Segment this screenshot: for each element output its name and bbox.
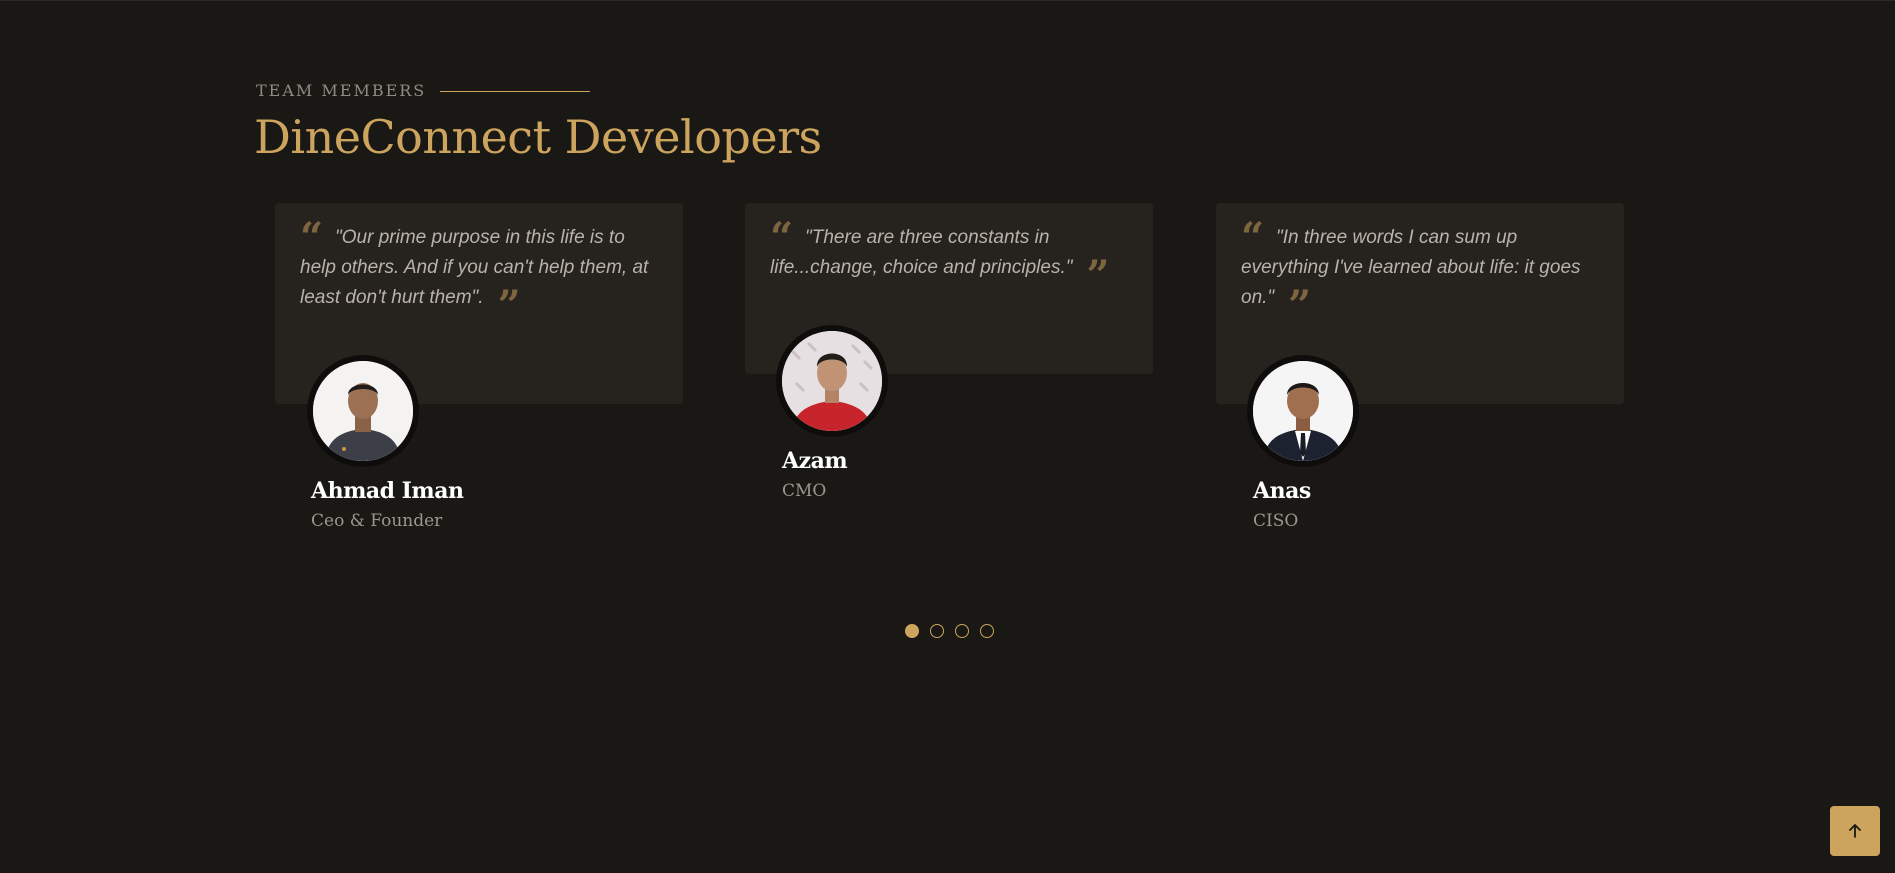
quote-close-icon: ” — [497, 282, 521, 329]
eyebrow-row: TEAM MEMBERS — [256, 79, 822, 103]
member-role: CMO — [782, 481, 827, 501]
person-photo-icon — [782, 331, 882, 431]
person-photo-icon — [313, 361, 413, 461]
member-role: Ceo & Founder — [311, 511, 443, 531]
member-role: CISO — [1253, 511, 1299, 531]
section-eyebrow: TEAM MEMBERS — [256, 81, 427, 100]
testimonial-quote: “"There are three constants in life...ch… — [770, 218, 1129, 296]
testimonial-quote: “"In three words I can sum up everything… — [1241, 218, 1600, 326]
quote-open-icon: “ — [770, 214, 794, 261]
quote-open-icon: “ — [300, 214, 324, 261]
quote-text: "There are three constants in life...cha… — [770, 227, 1073, 278]
pagination-dot-3[interactable] — [955, 624, 969, 638]
quote-text: "Our prime purpose in this life is to he… — [300, 227, 649, 308]
avatar — [1247, 355, 1359, 467]
arrow-up-icon — [1849, 824, 1861, 838]
pagination-dot-4[interactable] — [980, 624, 994, 638]
section-header: TEAM MEMBERS DineConnect Developers — [254, 79, 822, 164]
testimonial-card: “"There are three constants in life...ch… — [745, 203, 1153, 501]
pagination-dot-1[interactable] — [905, 624, 919, 638]
member-name: Ahmad Iman — [311, 478, 464, 504]
carousel-pagination — [905, 624, 994, 638]
member-name: Azam — [782, 448, 848, 474]
quote-close-icon: ” — [1086, 252, 1110, 299]
quote-close-icon: ” — [1288, 282, 1312, 329]
testimonial-card: “"Our prime purpose in this life is to h… — [275, 203, 683, 531]
pagination-dot-2[interactable] — [930, 624, 944, 638]
avatar — [776, 325, 888, 437]
section-title: DineConnect Developers — [254, 110, 822, 164]
member-name: Anas — [1253, 478, 1311, 504]
testimonial-card: “"In three words I can sum up everything… — [1216, 203, 1624, 531]
eyebrow-divider — [440, 90, 591, 92]
quote-open-icon: “ — [1241, 214, 1265, 261]
person-photo-icon — [1253, 361, 1353, 461]
testimonial-quote: “"Our prime purpose in this life is to h… — [300, 218, 659, 326]
back-to-top-button[interactable] — [1830, 806, 1880, 856]
avatar — [307, 355, 419, 467]
